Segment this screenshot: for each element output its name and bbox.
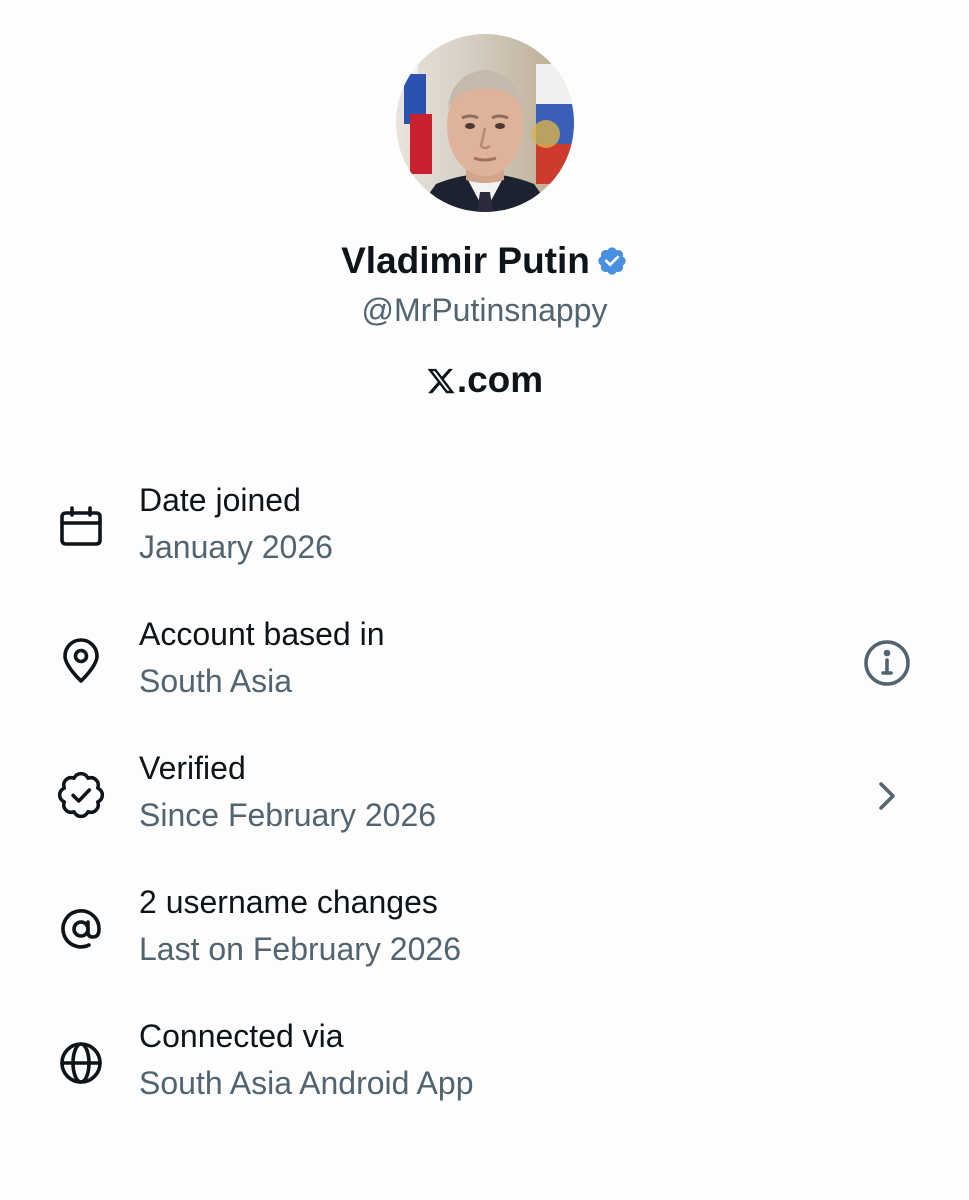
row-value: Last on February 2026 (139, 931, 461, 967)
row-value: January 2026 (139, 529, 333, 565)
row-title: Verified (139, 750, 246, 786)
row-title: 2 username changes (139, 884, 438, 920)
verified-badge-icon[interactable] (596, 245, 628, 277)
row-title: Date joined (139, 482, 301, 518)
location-pin-icon (56, 636, 106, 686)
info-row-username-changes: 2 username changes Last on February 2026 (0, 880, 969, 990)
info-row-connected-via: Connected via South Asia Android App (0, 1014, 969, 1124)
chevron-right-icon[interactable] (860, 770, 914, 824)
row-value: Since February 2026 (139, 797, 437, 833)
row-value: South Asia (139, 663, 292, 699)
info-row-date-joined: Date joined January 2026 (0, 478, 969, 588)
profile-handle: @MrPutinsnappy (361, 292, 608, 328)
x-logo-icon (426, 366, 456, 396)
calendar-icon (56, 502, 106, 552)
profile-name: Vladimir Putin (341, 240, 590, 281)
row-value: South Asia Android App (139, 1065, 474, 1101)
info-icon[interactable] (860, 636, 914, 690)
globe-icon (56, 1038, 106, 1088)
avatar-photo (396, 34, 574, 212)
at-sign-icon (56, 904, 106, 954)
avatar[interactable] (396, 34, 574, 212)
profile-name-row: Vladimir Putin (0, 236, 969, 286)
brand-label: .com (0, 356, 969, 404)
info-row-verified[interactable]: Verified Since February 2026 (0, 746, 969, 856)
info-row-account-based-in: Account based in South Asia (0, 612, 969, 722)
brand-suffix: .com (456, 359, 544, 400)
row-title: Connected via (139, 1018, 344, 1054)
verified-badge-outline-icon (56, 770, 106, 820)
row-title: Account based in (139, 616, 385, 652)
